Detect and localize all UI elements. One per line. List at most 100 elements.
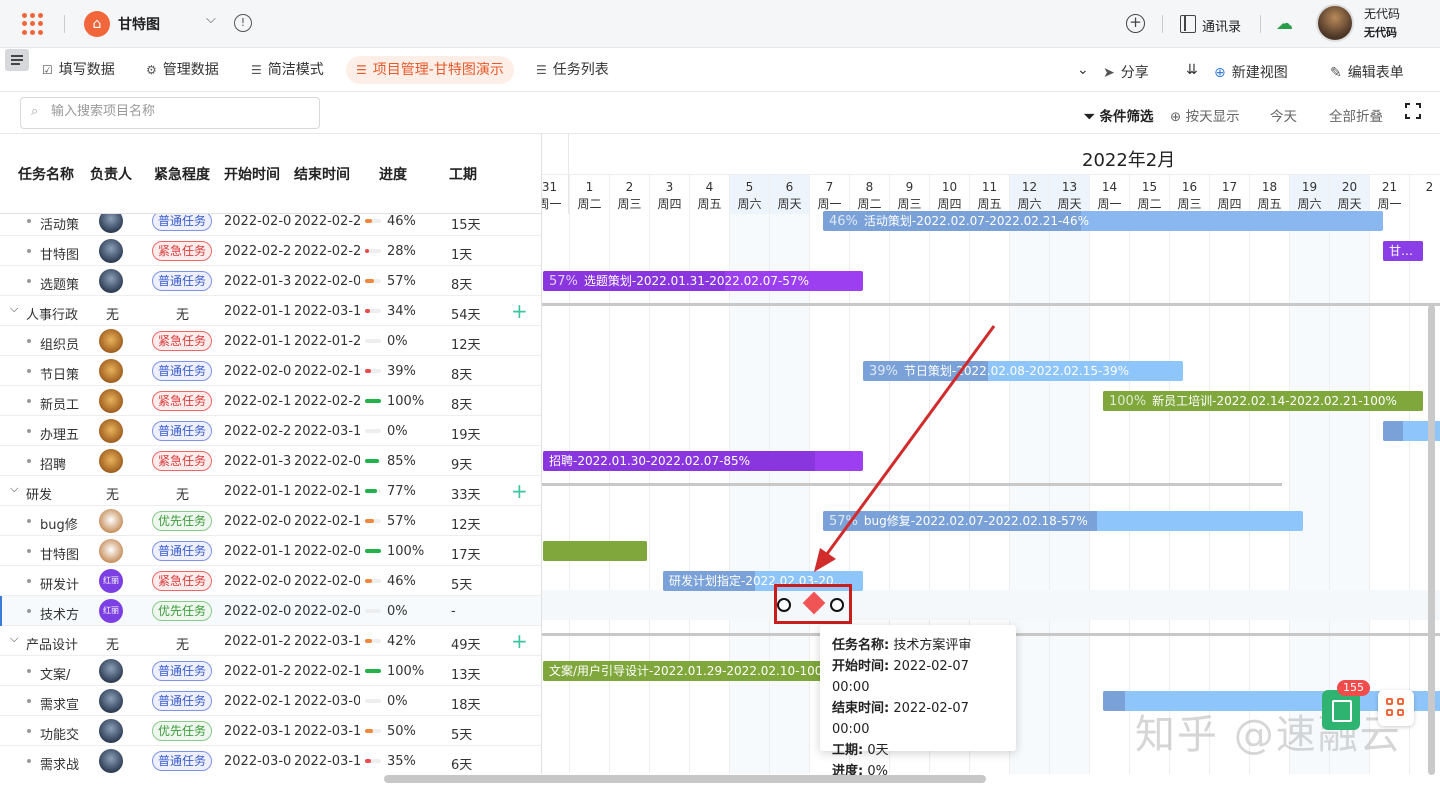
- app-grid-icon[interactable]: [22, 13, 44, 35]
- cloud-sync-icon[interactable]: ☁: [1276, 14, 1293, 34]
- vertical-scrollbar[interactable]: [1428, 305, 1435, 775]
- table-row[interactable]: 节日策 普通任务 2022-02-0 2022-02-1 39% 8天: [0, 356, 541, 386]
- user-avatar[interactable]: [1316, 4, 1354, 42]
- add-subtask-icon[interactable]: +: [511, 299, 528, 323]
- tab-manage-data[interactable]: ⚙ 管理数据: [136, 56, 229, 84]
- gear-icon: ⚙: [146, 63, 157, 77]
- sidebar-toggle-icon[interactable]: [5, 49, 29, 71]
- owner-avatar[interactable]: [99, 449, 123, 473]
- user-name[interactable]: 无代码: [1364, 5, 1400, 22]
- table-row[interactable]: 甘特图 普通任务 2022-01-1 2022-02-0 100% 17天: [0, 536, 541, 566]
- sort-icon[interactable]: ⇊: [1186, 62, 1198, 78]
- progress-bar: [365, 459, 381, 463]
- group-row[interactable]: ⌵ 研发 无 无 +2022-01-1 2022-02-1 77% 33天: [0, 476, 541, 506]
- contacts-link[interactable]: 通讯录: [1202, 16, 1241, 35]
- end-date: 2022-02-1: [294, 364, 360, 379]
- chevron-down-icon[interactable]: ⌵: [10, 482, 18, 496]
- table-row[interactable]: 甘特图 紧急任务 2022-02-2 2022-02-2 28% 1天: [0, 236, 541, 266]
- table-row[interactable]: 需求战 普通任务 2022-03-0 2022-03-1 35% 6天: [0, 746, 541, 774]
- table-row[interactable]: 活动策 普通任务 2022-02-0 2022-02-2 46% 15天: [0, 214, 541, 236]
- task-name: 组织员: [40, 338, 80, 353]
- fullscreen-icon[interactable]: [1405, 103, 1421, 119]
- col-duration[interactable]: 工期: [449, 164, 477, 184]
- table-row[interactable]: 文案/普通任务 2022-01-2 2022-02-1 100% 13天: [0, 656, 541, 686]
- end-date: 2022-02-0: [294, 274, 360, 289]
- edit-form-button[interactable]: ✎ 编辑表单: [1330, 62, 1404, 82]
- owner-avatar[interactable]: [99, 719, 123, 743]
- table-row[interactable]: 新员工 紧急任务 2022-02-1 2022-02-2 100% 8天: [0, 386, 541, 416]
- owner-avatar[interactable]: [99, 329, 123, 353]
- col-progress[interactable]: 进度: [379, 164, 407, 184]
- owner-avatar[interactable]: [99, 419, 123, 443]
- owner-avatar[interactable]: [99, 389, 123, 413]
- group-name: 人事行政: [26, 308, 79, 323]
- owner-avatar[interactable]: [99, 539, 123, 563]
- priority-badge: 普通任务: [152, 661, 212, 681]
- table-row[interactable]: 研发计 红丽 紧急任务 2022-02-0 2022-02-0 46% 5天: [0, 566, 541, 596]
- today-button[interactable]: 今天: [1270, 105, 1297, 125]
- chevron-down-icon[interactable]: ⌵: [10, 302, 18, 316]
- owner-avatar[interactable]: [99, 749, 123, 773]
- col-owner[interactable]: 负责人: [90, 164, 132, 184]
- add-subtask-icon[interactable]: +: [511, 479, 528, 503]
- owner-avatar[interactable]: 红丽: [99, 599, 123, 623]
- table-row[interactable]: 办理五 普通任务 2022-02-2 2022-03-1 0% 19天: [0, 416, 541, 446]
- apps-fab-icon[interactable]: [1378, 690, 1414, 726]
- col-start[interactable]: 开始时间: [224, 164, 280, 184]
- by-day-button[interactable]: ⊕ 按天显示: [1170, 105, 1240, 125]
- table-row[interactable]: 技术方 红丽 优先任务 2022-02-0 2022-02-0 0% -: [0, 596, 541, 626]
- search-box[interactable]: ⌕: [20, 97, 320, 129]
- tab-simple-mode[interactable]: ☰ 简洁模式: [241, 56, 334, 84]
- new-view-button[interactable]: ⊕ 新建视图: [1214, 62, 1288, 82]
- col-priority[interactable]: 紧急程度: [154, 164, 210, 184]
- table-row[interactable]: 功能交 优先任务 2022-03-1 2022-03-1 50% 5天: [0, 716, 541, 746]
- tab-task-list[interactable]: ☰ 任务列表: [526, 56, 619, 84]
- chevron-down-icon[interactable]: ⌵: [206, 12, 216, 27]
- owner-avatar[interactable]: [99, 359, 123, 383]
- duration: 5天: [451, 578, 473, 593]
- collapse-all-button[interactable]: 全部折叠: [1329, 105, 1383, 125]
- table-row[interactable]: 选题策 普通任务 2022-01-3 2022-02-0 57% 8天: [0, 266, 541, 296]
- horizontal-scrollbar[interactable]: [384, 775, 986, 783]
- group-name: 产品设计: [26, 638, 79, 653]
- more-tabs-chevron-icon[interactable]: ⌄: [1077, 62, 1089, 78]
- add-circle-icon[interactable]: +: [1126, 14, 1145, 33]
- owner-avatar[interactable]: [99, 509, 123, 533]
- col-end[interactable]: 结束时间: [294, 164, 350, 184]
- group-row[interactable]: ⌵ 人事行政 无 无 +2022-01-1 2022-03-1 34% 54天: [0, 296, 541, 326]
- contacts-icon[interactable]: [1180, 15, 1196, 33]
- duration: 12天: [451, 518, 481, 533]
- search-input[interactable]: [51, 104, 311, 119]
- duration: 8天: [451, 278, 473, 293]
- col-task-name[interactable]: 任务名称: [18, 164, 74, 184]
- share-button[interactable]: ➤ 分享: [1103, 62, 1149, 82]
- table-row[interactable]: 组织员 紧急任务 2022-01-1 2022-01-2 0% 12天: [0, 326, 541, 356]
- owner-avatar[interactable]: 红丽: [99, 569, 123, 593]
- owner-avatar[interactable]: [99, 214, 123, 233]
- table-row[interactable]: 招聘 紧急任务 2022-01-3 2022-02-0 85% 9天: [0, 446, 541, 476]
- app-title: 甘特图: [118, 17, 160, 33]
- info-icon[interactable]: !: [234, 14, 252, 32]
- progress-bar: [365, 339, 381, 343]
- message-fab-icon[interactable]: [1322, 690, 1360, 730]
- end-date: 2022-02-1: [294, 664, 360, 679]
- owner-avatar[interactable]: [99, 659, 123, 683]
- add-subtask-icon[interactable]: +: [511, 629, 528, 653]
- home-icon[interactable]: ⌂: [84, 11, 110, 37]
- duration: 19天: [451, 428, 481, 443]
- owner-text: 无: [106, 638, 120, 653]
- table-row[interactable]: 需求宣 普通任务 2022-02-1 2022-03-0 0% 18天: [0, 686, 541, 716]
- duration: 12天: [451, 338, 481, 353]
- duration: 33天: [451, 488, 481, 503]
- tab-gantt-demo[interactable]: ☰ 项目管理-甘特图演示: [346, 56, 514, 84]
- owner-avatar[interactable]: [99, 269, 123, 293]
- owner-avatar[interactable]: [99, 689, 123, 713]
- form-icon: ☑: [42, 63, 53, 77]
- tab-fill-data[interactable]: ☑ 填写数据: [32, 56, 125, 84]
- chevron-down-icon[interactable]: ⌵: [10, 632, 18, 646]
- group-row[interactable]: ⌵ 产品设计 无 无 +2022-01-2 2022-03-1 42% 49天: [0, 626, 541, 656]
- top-bar: ⌂ 甘特图 ⌵ ! + 通讯录 ☁ 无代码 无代码: [0, 0, 1440, 48]
- owner-avatar[interactable]: [99, 239, 123, 263]
- condition-filter-button[interactable]: ⏷ 条件筛选: [1084, 105, 1154, 125]
- table-row[interactable]: bug修 优先任务 2022-02-0 2022-02-1 57% 12天: [0, 506, 541, 536]
